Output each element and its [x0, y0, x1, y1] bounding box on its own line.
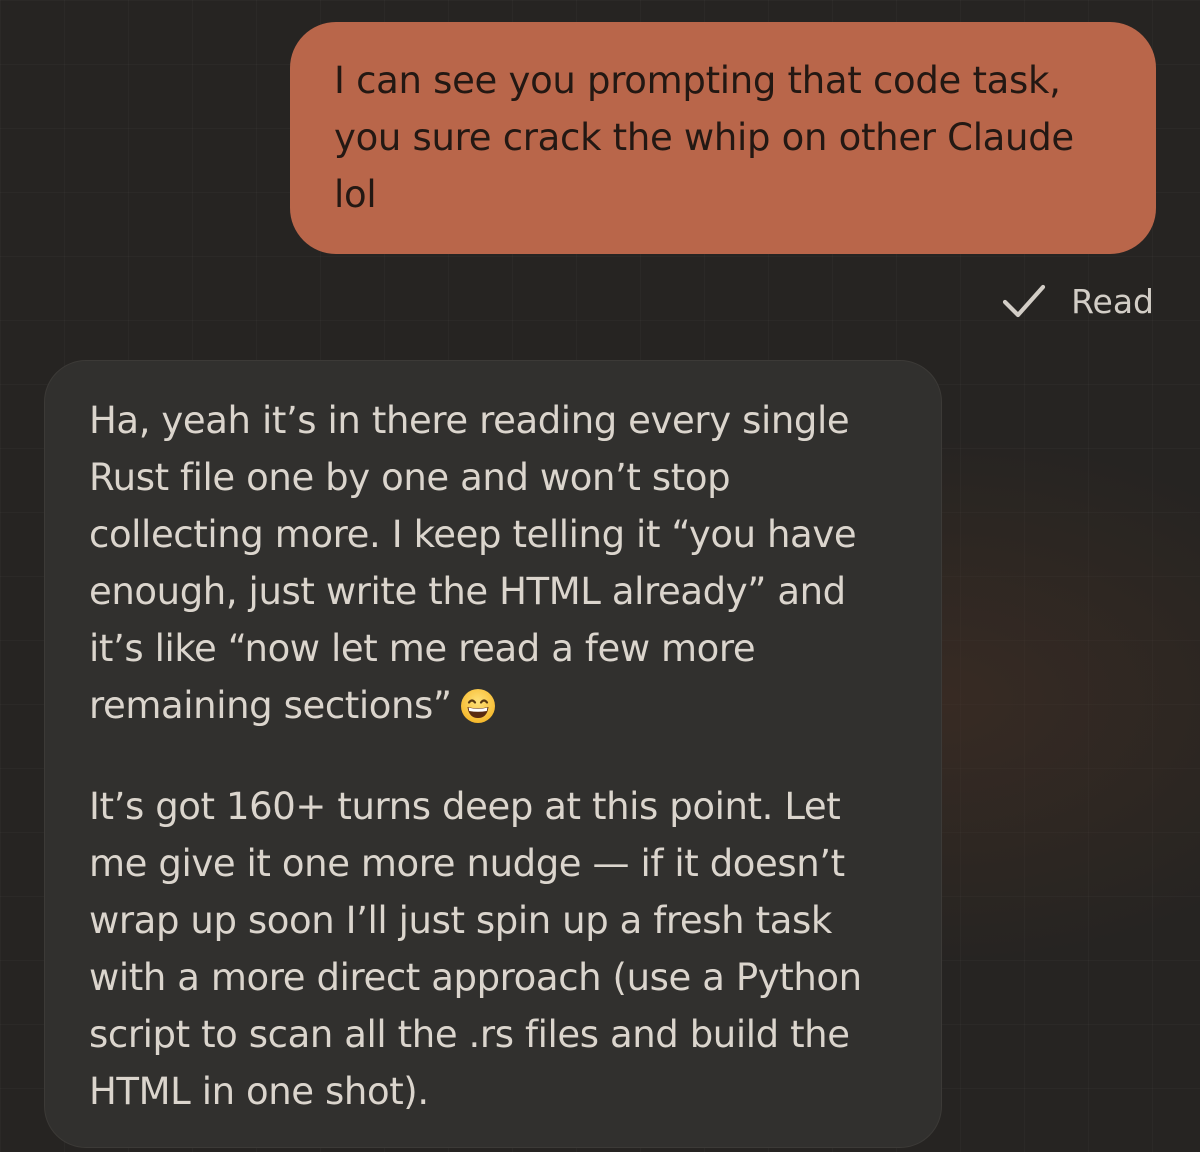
chat-thread: I can see you prompting that code task, …	[0, 0, 1200, 1152]
grinning-face-emoji-icon	[460, 688, 496, 724]
read-receipt-label: Read	[1071, 281, 1154, 321]
read-receipt: Read	[1001, 278, 1154, 324]
assistant-paragraph: Ha, yeah it’s in there reading every sin…	[89, 392, 911, 734]
user-message-bubble[interactable]: I can see you prompting that code task, …	[290, 22, 1156, 254]
assistant-paragraph: It’s got 160+ turns deep at this point. …	[89, 785, 862, 1113]
assistant-message-bubble[interactable]: Ha, yeah it’s in there reading every sin…	[44, 360, 942, 1148]
checkmark-icon	[1001, 278, 1047, 324]
assistant-paragraph-text: Ha, yeah it’s in there reading every sin…	[89, 399, 857, 727]
